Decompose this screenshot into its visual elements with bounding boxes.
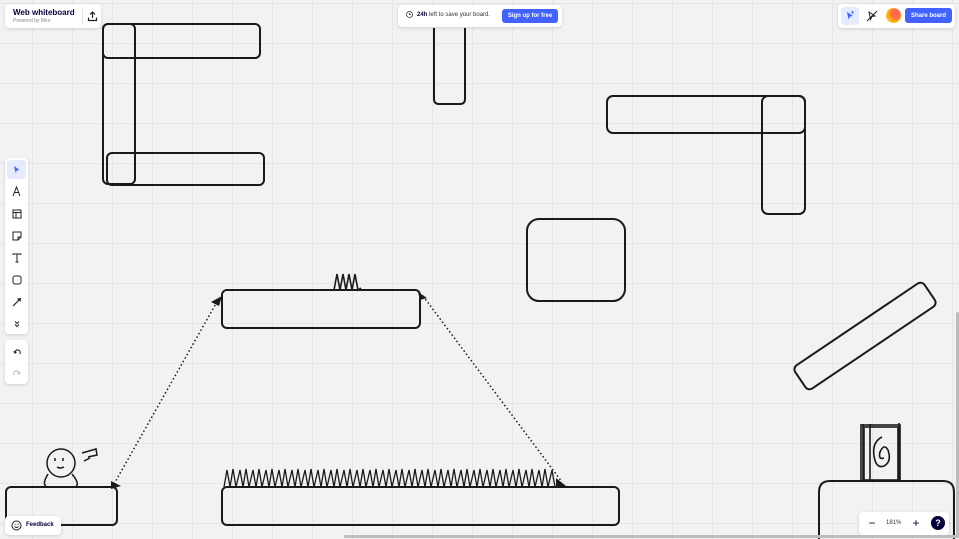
board-title[interactable]: Web whiteboard [13, 8, 75, 17]
connector-tool-button[interactable] [7, 292, 26, 311]
collab-panel: Share board [838, 4, 955, 28]
character-drawing[interactable] [43, 448, 98, 487]
help-button[interactable]: ? [931, 516, 945, 530]
shape-icon [12, 275, 21, 284]
arrow-head [556, 478, 566, 486]
shape-tool-button[interactable] [7, 270, 26, 289]
sticky-note-tool-button[interactable] [7, 226, 26, 245]
cursor-icon [847, 11, 854, 20]
save-notice-panel: 24h left to save your board. Sign up for… [398, 5, 562, 27]
shape-rect[interactable] [102, 23, 261, 59]
board-canvas[interactable] [0, 0, 959, 539]
zoom-out-button[interactable]: − [863, 514, 881, 532]
select-tool-button[interactable] [7, 160, 26, 179]
spikes-small [333, 273, 362, 292]
board-title-panel: Web whiteboard Powered by Miro [5, 4, 101, 28]
platform-bottom[interactable] [221, 486, 620, 526]
feedback-label: Feedback [26, 522, 54, 528]
door-drawing[interactable] [860, 423, 901, 482]
horizontal-scrollbar[interactable] [344, 535, 959, 538]
undo-button[interactable] [7, 342, 26, 361]
shape-pillar[interactable] [433, 28, 466, 105]
cursor-toggle-button[interactable] [841, 7, 859, 25]
connector-arrow[interactable] [113, 299, 219, 485]
pen-icon [12, 186, 21, 197]
pen-tool-button[interactable] [7, 182, 26, 201]
share-board-button[interactable]: Share board [905, 8, 952, 23]
more-tools-icon [14, 320, 19, 327]
shape-rect[interactable] [761, 95, 806, 215]
hidden-cursor-icon [866, 10, 878, 22]
redo-icon [12, 369, 21, 375]
platform-middle[interactable] [221, 289, 421, 329]
text-icon [12, 253, 21, 262]
tools-toolbar [5, 158, 28, 334]
arrow-head [211, 296, 222, 306]
save-message: left to save your board. [429, 12, 491, 18]
zoom-level[interactable]: 181% [886, 520, 901, 526]
templates-icon [12, 209, 21, 218]
user-avatar[interactable] [886, 8, 901, 23]
save-time: 24h [417, 12, 428, 18]
shape-rect[interactable] [106, 152, 265, 186]
undo-icon [12, 348, 21, 354]
zoom-in-button[interactable]: + [907, 514, 925, 532]
more-tools-button[interactable] [7, 314, 26, 333]
connector-icon [12, 297, 21, 306]
upload-icon [87, 10, 97, 21]
history-panel [5, 340, 28, 384]
feedback-button[interactable]: Feedback [5, 516, 61, 535]
connector-arrow[interactable] [422, 295, 563, 483]
text-tool-button[interactable] [7, 248, 26, 267]
shape-square[interactable] [526, 218, 626, 302]
signup-button[interactable]: Sign up for free [502, 9, 558, 23]
select-icon [14, 166, 20, 173]
save-notice-text: 24h left to save your board. [417, 12, 490, 18]
reactions-button[interactable] [863, 7, 881, 25]
feedback-icon [11, 520, 22, 531]
templates-tool-button[interactable] [7, 204, 26, 223]
shape-rect[interactable] [606, 95, 806, 134]
spikes-row [223, 468, 556, 488]
zoom-panel: − 181% + ? [859, 512, 949, 535]
clock-icon [406, 11, 413, 18]
shape-rotated-bar[interactable] [793, 281, 938, 391]
board-subtitle: Powered by Miro [13, 18, 51, 24]
export-button[interactable] [82, 7, 101, 25]
redo-button[interactable] [7, 363, 26, 382]
sticky-note-icon [12, 231, 21, 240]
